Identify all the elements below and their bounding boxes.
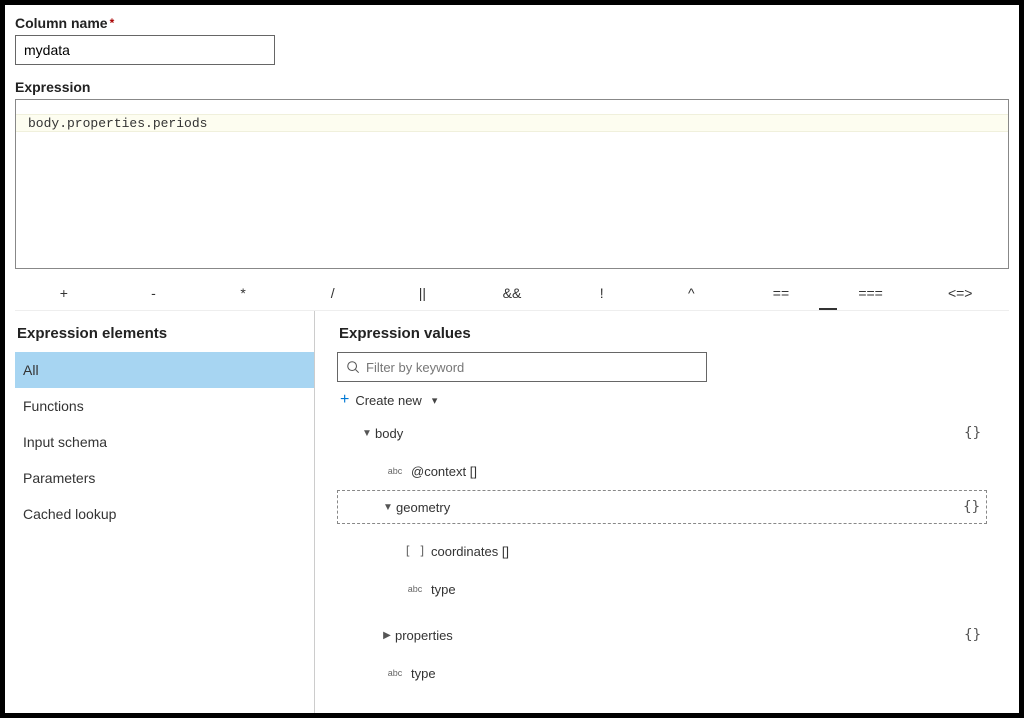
element-item-all[interactable]: All (15, 352, 314, 388)
tree-label-context: @context [] (411, 464, 987, 479)
create-new-label: Create new (355, 393, 421, 408)
column-name-input[interactable] (15, 35, 275, 65)
type-badge-object: {} (963, 499, 986, 515)
type-mark-string: abc (379, 466, 411, 476)
caret-down-icon[interactable]: ▼ (380, 502, 396, 513)
tree-label-geometry-type: type (431, 582, 987, 597)
op-or[interactable]: || (378, 279, 468, 307)
op-not[interactable]: ! (557, 279, 647, 307)
caret-down-icon[interactable]: ▼ (359, 428, 375, 439)
expression-label: Expression (15, 79, 90, 95)
element-item-cached-lookup[interactable]: Cached lookup (15, 496, 314, 532)
tree-label-properties: properties (395, 628, 964, 643)
op-plus[interactable]: + (19, 279, 109, 307)
tree-node-body-type[interactable]: abc type (337, 658, 987, 688)
tree-label-body: body (375, 426, 964, 441)
values-panel-title: Expression values (337, 325, 997, 352)
expression-editor[interactable]: body.properties.periods (15, 99, 1009, 269)
tree-node-properties[interactable]: ▶ properties {} (337, 620, 987, 650)
op-strict-eq[interactable]: === (826, 279, 916, 307)
search-icon (346, 360, 360, 374)
op-caret[interactable]: ^ (646, 279, 736, 307)
type-mark-string: abc (379, 668, 411, 678)
element-item-input-schema[interactable]: Input schema (15, 424, 314, 460)
type-mark-array: [ ] (399, 544, 431, 558)
type-badge-object: {} (964, 627, 987, 643)
create-new-button[interactable]: + Create new ▾ (337, 392, 997, 408)
op-eq[interactable]: == (736, 279, 826, 307)
tree-node-coordinates[interactable]: [ ] coordinates [] (337, 536, 987, 566)
op-mul[interactable]: * (198, 279, 288, 307)
op-div[interactable]: / (288, 279, 378, 307)
elements-panel-title: Expression elements (15, 325, 314, 352)
tree-label-body-type: type (411, 666, 987, 681)
filter-input[interactable] (366, 360, 698, 375)
plus-icon: + (340, 392, 349, 408)
element-item-functions[interactable]: Functions (15, 388, 314, 424)
tree-label-geometry: geometry (396, 500, 963, 515)
required-star-icon: * (110, 16, 115, 30)
type-badge-object: {} (964, 425, 987, 441)
column-name-label: Column name (15, 15, 108, 31)
type-mark-string: abc (399, 584, 431, 594)
tree-node-body[interactable]: ▼ body {} (337, 418, 987, 448)
tree-node-geometry[interactable]: ▼ geometry {} (337, 490, 987, 524)
op-and[interactable]: && (467, 279, 557, 307)
tree-label-coordinates: coordinates [] (431, 544, 987, 559)
tree-node-geometry-type[interactable]: abc type (337, 574, 987, 604)
caret-right-icon[interactable]: ▶ (379, 630, 395, 641)
chevron-down-icon: ▾ (432, 394, 438, 407)
op-minus[interactable]: - (109, 279, 199, 307)
operator-selection-indicator (819, 308, 837, 310)
values-tree: ▼ body {} abc @context [] ▼ geometry {} (337, 418, 997, 713)
tree-node-context[interactable]: abc @context [] (337, 456, 987, 486)
operator-toolbar: + - * / || && ! ^ == === <=> (15, 275, 1009, 311)
elements-list: All Functions Input schema Parameters Ca… (15, 352, 314, 532)
op-spaceship[interactable]: <=> (915, 279, 1005, 307)
filter-input-wrap[interactable] (337, 352, 707, 382)
element-item-parameters[interactable]: Parameters (15, 460, 314, 496)
expression-code: body.properties.periods (16, 114, 1008, 133)
